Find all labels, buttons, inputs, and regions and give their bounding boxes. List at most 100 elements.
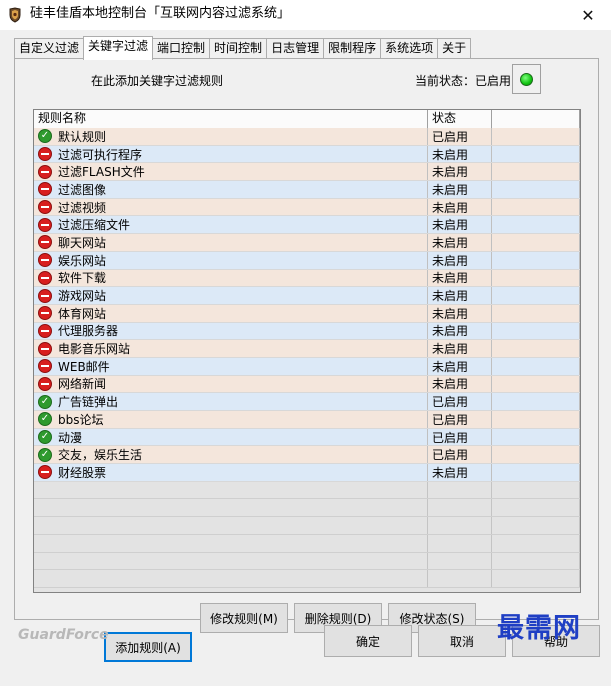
rules-table-body: ✓ 默认规则 已启用 过滤可执行程序 未启用 过滤FLASH文件 未启用 过滤图像 未启用 过滤视… <box>34 128 580 588</box>
table-row[interactable]: 过滤视频 未启用 <box>34 198 580 217</box>
rules-table[interactable]: 规则名称 状态 ✓ 默认规则已启用 过滤可执行程序 未启用 过滤FLASH文件 未启用 过滤… <box>33 109 581 593</box>
table-row[interactable]: 软件下载 未启用 <box>34 269 580 288</box>
empty-cell <box>492 552 580 570</box>
blank-cell <box>492 198 580 216</box>
table-row[interactable]: 聊天网站 未启用 <box>34 234 580 252</box>
table-row[interactable]: 娱乐网站 未启用 <box>34 251 580 270</box>
table-row[interactable]: ✓ 广告链弹出 已启用 <box>34 393 580 411</box>
rule-name-cell: ✓ 交友，娱乐生活 <box>34 446 428 464</box>
enabled-check-icon: ✓ <box>38 447 52 462</box>
enabled-check-icon: ✓ <box>38 394 52 409</box>
app-icon <box>9 7 21 23</box>
blank-cell <box>492 446 580 464</box>
rule-status: 已启用 <box>428 446 492 464</box>
tab-5[interactable]: 限制程序 <box>323 38 382 59</box>
table-row[interactable]: 过滤压缩文件 未启用 <box>34 216 580 235</box>
rule-status: 未启用 <box>428 251 492 269</box>
blank-cell <box>492 181 580 198</box>
table-row[interactable]: 体育网站 未启用 <box>34 304 580 323</box>
table-row[interactable]: 过滤图像 未启用 <box>34 181 580 199</box>
window-title: 硅丰佳盾本地控制台「互联网内容过滤系统」 <box>30 6 291 21</box>
blank-cell <box>492 145 580 163</box>
blank-cell <box>492 464 580 481</box>
table-row[interactable]: ✓ 动漫 已启用 <box>34 428 580 447</box>
blank-cell <box>492 234 580 251</box>
cancel-button[interactable]: 取消 <box>418 625 506 657</box>
empty-cell <box>492 481 580 499</box>
tab-2[interactable]: 端口控制 <box>152 38 211 59</box>
tab-7[interactable]: 关于 <box>437 38 472 59</box>
rule-name-cell: 过滤图像 <box>34 181 428 198</box>
add-rule-label: 添加规则(A) <box>115 640 181 655</box>
rule-name-cell: WEB邮件 <box>34 357 428 375</box>
tab-1[interactable]: 关键字过滤 <box>83 36 154 60</box>
ok-button[interactable]: 确定 <box>324 625 412 657</box>
table-row[interactable]: 过滤FLASH文件 未启用 <box>34 163 580 182</box>
blank-cell <box>492 287 580 304</box>
disabled-minus-icon <box>38 465 52 480</box>
table-row[interactable]: WEB邮件 未启用 <box>34 357 580 376</box>
column-header-rule-name[interactable]: 规则名称 <box>34 110 428 128</box>
add-rule-button[interactable]: 添加规则(A) <box>104 632 192 662</box>
table-row[interactable]: 代理服务器 未启用 <box>34 322 580 341</box>
rule-name-cell: 聊天网站 <box>34 234 428 251</box>
keyword-filter-panel: 在此添加关键字过滤规则 当前状态：已启用 规则名称 状态 ✓ 默认规则 已启用 过滤可… <box>14 58 599 662</box>
close-button[interactable]: ✕ <box>565 0 611 30</box>
rule-name: 默认规则 <box>58 129 107 144</box>
rule-name-cell: 体育网站 <box>34 304 428 322</box>
rule-status: 未启用 <box>428 322 492 340</box>
table-row[interactable]: 财经股票 未启用 <box>34 464 580 482</box>
blank-cell <box>492 322 580 340</box>
blank-cell <box>492 304 580 322</box>
disabled-minus-icon <box>38 288 52 303</box>
enabled-check-icon: ✓ <box>38 412 52 427</box>
rule-name-cell: 软件下载 <box>34 269 428 287</box>
empty-cell <box>34 481 428 499</box>
empty-table-row <box>34 517 580 535</box>
empty-cell <box>492 517 580 534</box>
table-row[interactable]: 电影音乐网站 未启用 <box>34 340 580 358</box>
rule-name-cell: 电影音乐网站 <box>34 340 428 357</box>
edit-rule-button[interactable]: 修改规则(M) <box>200 603 288 633</box>
empty-cell <box>428 552 492 570</box>
current-status-label: 当前状态：已启用 <box>415 74 512 88</box>
tab-6[interactable]: 系统选项 <box>380 38 439 59</box>
disabled-minus-icon <box>38 217 52 232</box>
blank-cell <box>492 269 580 287</box>
table-row[interactable]: 网络新闻 未启用 <box>34 375 580 394</box>
cancel-label: 取消 <box>449 634 474 649</box>
rule-name-cell: 过滤视频 <box>34 198 428 216</box>
rule-status: 未启用 <box>428 357 492 375</box>
column-header-status[interactable]: 状态 <box>428 110 492 128</box>
rule-status: 未启用 <box>428 287 492 304</box>
disabled-minus-icon <box>38 306 52 321</box>
empty-cell <box>34 517 428 534</box>
rule-name-cell: 过滤压缩文件 <box>34 216 428 234</box>
empty-cell <box>492 534 580 552</box>
rule-status: 未启用 <box>428 181 492 198</box>
rule-status: 未启用 <box>428 375 492 393</box>
tab-4[interactable]: 日志管理 <box>266 38 325 59</box>
rule-name-cell: ✓ bbs论坛 <box>34 411 428 428</box>
table-row[interactable]: ✓ 交友，娱乐生活 已启用 <box>34 446 580 465</box>
blank-cell <box>492 393 580 410</box>
rule-status: 未启用 <box>428 198 492 216</box>
tab-0[interactable]: 自定义过滤 <box>14 38 85 59</box>
rule-status: 未启用 <box>428 234 492 251</box>
table-row[interactable]: 游戏网站 未启用 <box>34 287 580 305</box>
disabled-minus-icon <box>38 359 52 374</box>
rule-name-cell: 游戏网站 <box>34 287 428 304</box>
rule-name-cell: 财经股票 <box>34 464 428 481</box>
rule-name: WEB邮件 <box>58 359 110 374</box>
table-row[interactable]: ✓ bbs论坛 已启用 <box>34 411 580 429</box>
rule-name: 广告链弹出 <box>58 395 119 410</box>
table-row[interactable]: 过滤可执行程序 未启用 <box>34 145 580 164</box>
rule-status: 已启用 <box>428 428 492 446</box>
empty-cell <box>428 570 492 587</box>
empty-table-row <box>34 499 580 518</box>
edit-rule-label: 修改规则(M) <box>210 611 278 626</box>
table-row[interactable]: ✓ 默认规则 已启用 <box>34 128 580 146</box>
tab-3[interactable]: 时间控制 <box>209 38 268 59</box>
rule-name: 软件下载 <box>58 271 107 286</box>
enabled-check-icon: ✓ <box>38 129 52 144</box>
